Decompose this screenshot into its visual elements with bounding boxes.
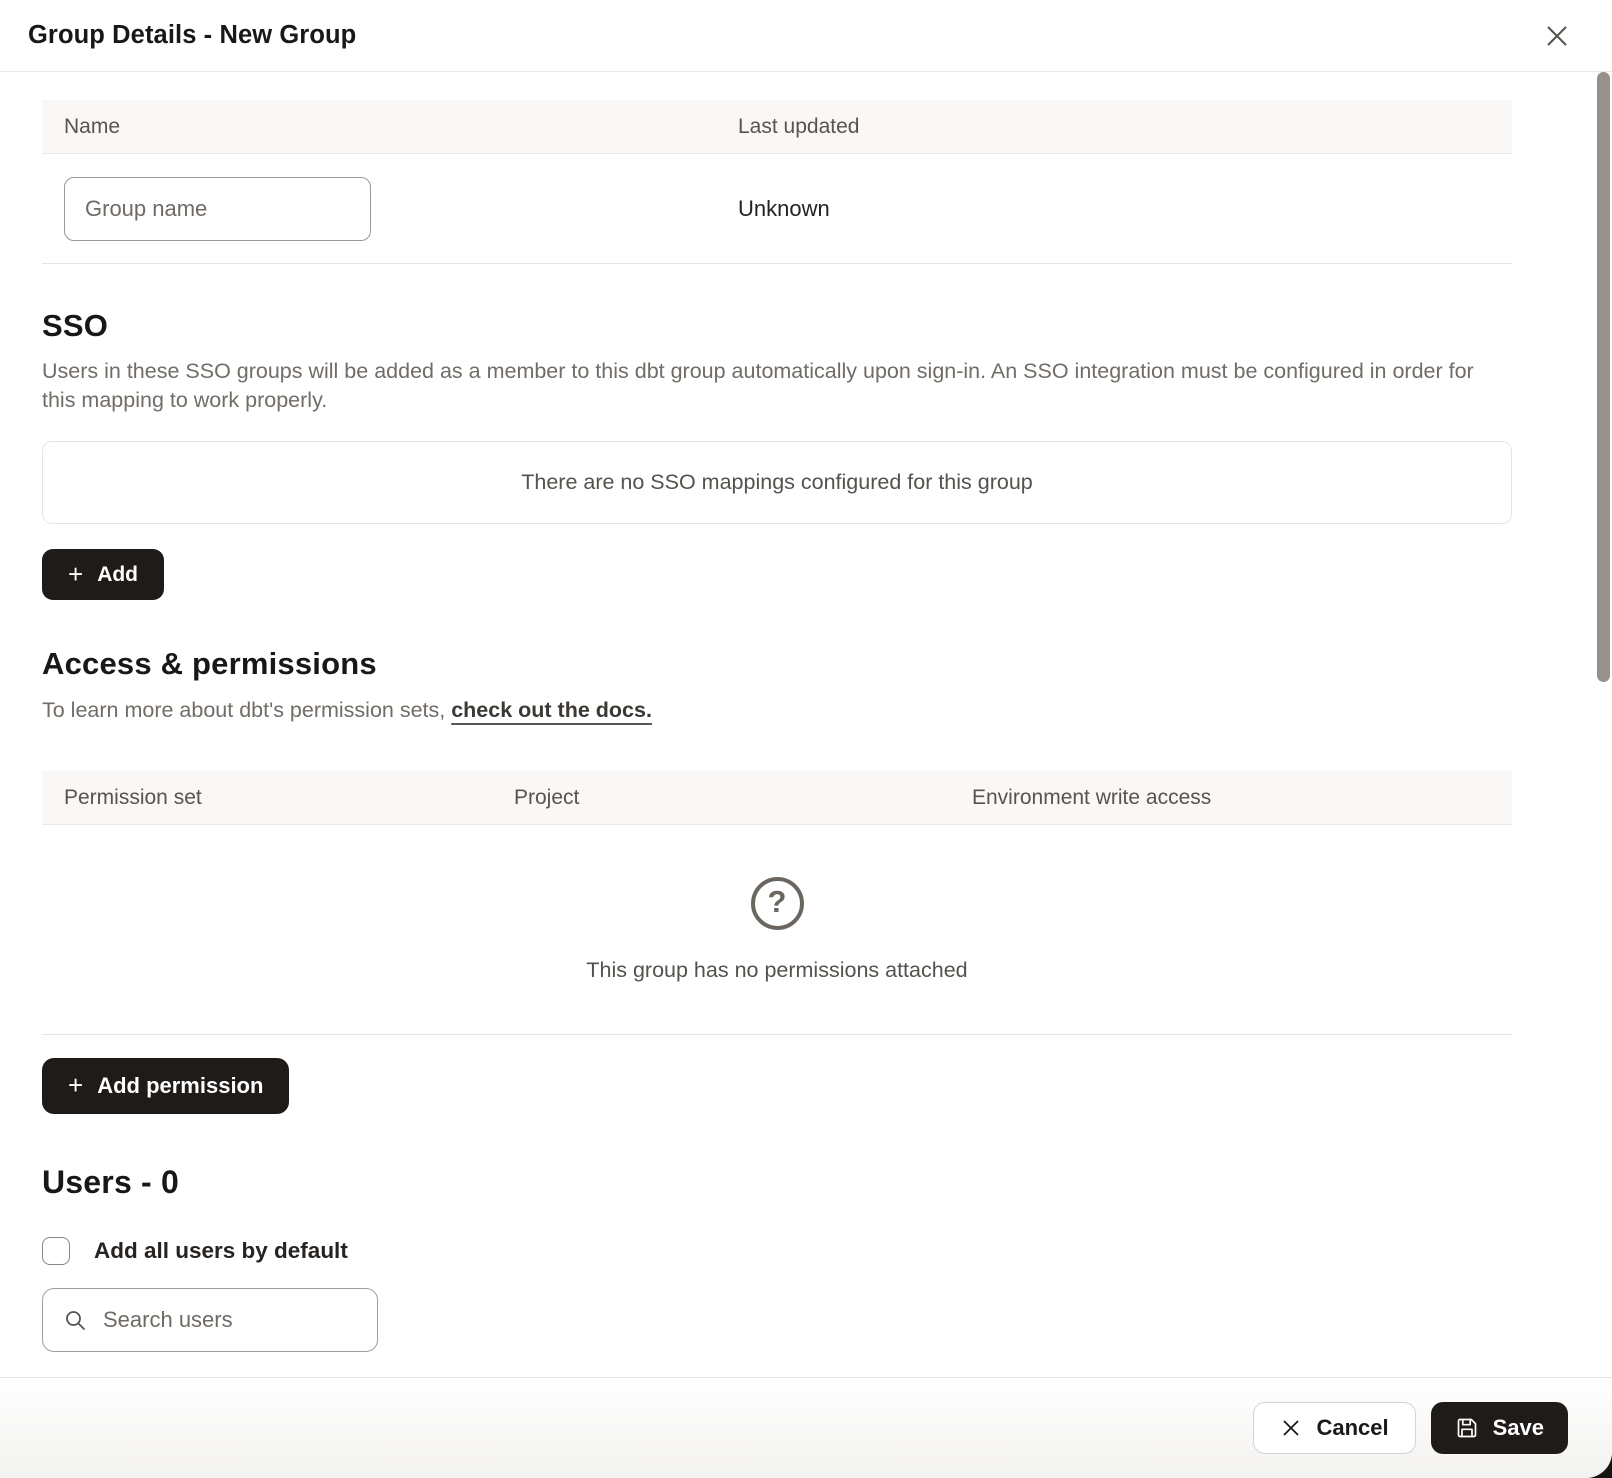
add-all-users-checkbox[interactable] <box>42 1237 70 1265</box>
sso-heading: SSO <box>42 308 1512 344</box>
permissions-empty-state-text: This group has no permissions attached <box>586 958 967 983</box>
search-users-input[interactable] <box>103 1289 391 1351</box>
sso-empty-state-text: There are no SSO mappings configured for… <box>521 470 1033 495</box>
plus-icon: + <box>68 1072 83 1098</box>
vertical-scrollbar[interactable] <box>1597 72 1610 682</box>
name-table-header: Name Last updated <box>42 100 1512 154</box>
add-all-users-label: Add all users by default <box>94 1238 348 1264</box>
column-header-last-updated: Last updated <box>716 115 1512 139</box>
cancel-x-icon <box>1280 1417 1302 1439</box>
modal-footer: Cancel Save <box>0 1377 1612 1478</box>
help-circle-icon: ? <box>751 877 804 930</box>
add-all-users-row: Add all users by default <box>42 1237 1512 1265</box>
cancel-button-label: Cancel <box>1316 1415 1388 1441</box>
permissions-description-prefix: To learn more about dbt's permission set… <box>42 698 451 722</box>
permissions-empty-state: ? This group has no permissions attached <box>42 825 1512 1035</box>
column-header-environment-write-access: Environment write access <box>950 786 1512 810</box>
search-users-field[interactable] <box>42 1288 378 1352</box>
permissions-table-header: Permission set Project Environment write… <box>42 771 1512 825</box>
search-icon <box>63 1308 87 1332</box>
modal-header: Group Details - New Group <box>0 0 1612 72</box>
permissions-heading: Access & permissions <box>42 646 1512 682</box>
permissions-description: To learn more about dbt's permission set… <box>42 698 1512 723</box>
column-header-permission-set: Permission set <box>42 786 492 810</box>
last-updated-value: Unknown <box>716 196 1512 222</box>
plus-icon: + <box>68 561 83 587</box>
modal-title: Group Details - New Group <box>28 21 356 50</box>
column-header-project: Project <box>492 786 950 810</box>
save-floppy-icon <box>1455 1416 1479 1440</box>
users-heading: Users - 0 <box>42 1164 1512 1201</box>
close-icon <box>1542 21 1572 51</box>
add-permission-button-label: Add permission <box>97 1073 263 1099</box>
sso-empty-state: There are no SSO mappings configured for… <box>42 441 1512 524</box>
cancel-button[interactable]: Cancel <box>1253 1402 1415 1454</box>
modal-body: Name Last updated Unknown SSO Users in t… <box>0 72 1612 1377</box>
group-name-input[interactable] <box>64 177 371 241</box>
docs-link[interactable]: check out the docs. <box>451 698 652 722</box>
name-table-row: Unknown <box>42 154 1512 264</box>
close-button[interactable] <box>1540 19 1574 53</box>
sso-add-button[interactable]: + Add <box>42 549 164 600</box>
question-mark-glyph: ? <box>768 884 787 920</box>
save-button-label: Save <box>1493 1415 1544 1441</box>
add-permission-button[interactable]: + Add permission <box>42 1058 289 1114</box>
save-button[interactable]: Save <box>1431 1402 1568 1454</box>
column-header-name: Name <box>42 115 716 139</box>
sso-description: Users in these SSO groups will be added … <box>42 357 1512 415</box>
sso-add-button-label: Add <box>97 563 138 587</box>
group-details-modal: Group Details - New Group Name Last upda… <box>0 0 1612 1478</box>
